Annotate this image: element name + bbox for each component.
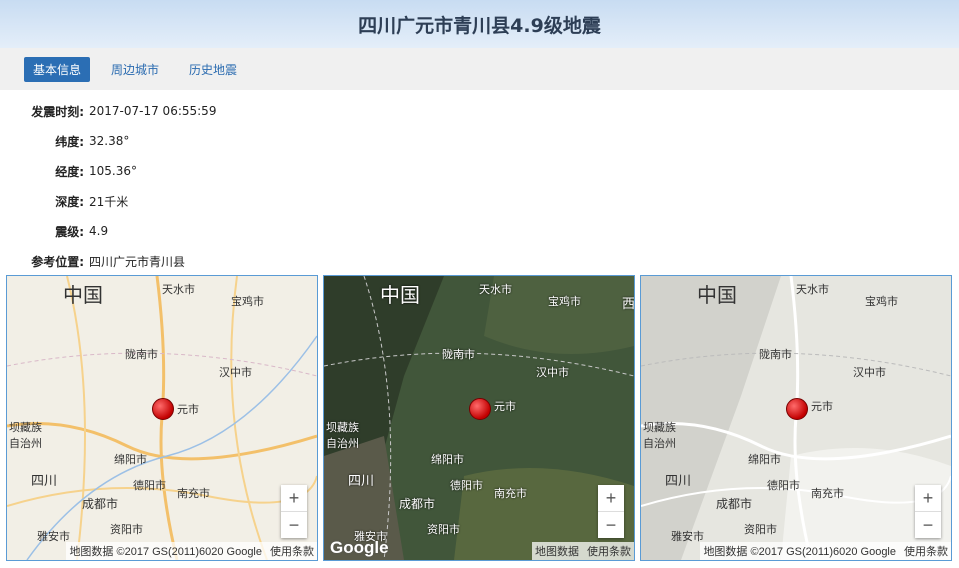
info-row-latitude: 纬度: 32.38° xyxy=(0,126,400,156)
epicenter-marker[interactable] xyxy=(469,398,491,420)
city-label-nanchong: 南充市 xyxy=(494,487,527,500)
info-label: 震级: xyxy=(55,224,84,239)
info-value: 105.36° xyxy=(89,164,137,178)
info-value: 2017-07-17 06:55:59 xyxy=(89,104,217,118)
info-row-depth: 深度: 21千米 xyxy=(0,186,400,216)
tab-basic-info[interactable]: 基本信息 xyxy=(24,56,91,82)
satellite-map[interactable]: 中国 天水市 宝鸡市 西 陇南市 汉中市 元市 坝藏族 自治州 绵阳市 德阳市 … xyxy=(323,275,635,561)
city-label-ziyang: 资阳市 xyxy=(427,523,460,536)
info-label: 发震时刻: xyxy=(31,104,84,119)
road-map[interactable]: 中国 天水市 宝鸡市 陇南市 汉中市 元市 坝藏族 自治州 绵阳市 德阳市 四川… xyxy=(6,275,318,561)
zoom-out-button[interactable]: − xyxy=(281,512,307,538)
city-label-chengdu: 成都市 xyxy=(82,497,119,511)
info-label: 深度: xyxy=(55,194,84,209)
info-row-magnitude: 震级: 4.9 xyxy=(0,216,400,246)
city-label-mianyang: 绵阳市 xyxy=(748,453,781,466)
city-label-mianyang: 绵阳市 xyxy=(114,453,147,466)
city-label-ziyang: 资阳市 xyxy=(744,523,777,536)
city-label-nanchong: 南充市 xyxy=(811,487,844,500)
info-value: 4.9 xyxy=(89,224,109,238)
country-label: 中国 xyxy=(63,283,103,307)
region-label-aba: 坝藏族 自治州 xyxy=(9,421,42,450)
city-label-tianshui: 天水市 xyxy=(479,283,512,296)
terms-link[interactable]: 使用条款 xyxy=(587,546,631,558)
city-label-yaan: 雅安市 xyxy=(37,530,70,543)
city-label-chengdu: 成都市 xyxy=(716,497,753,511)
zoom-control: + − xyxy=(915,485,941,538)
province-label-sichuan: 四川 xyxy=(665,474,692,489)
terms-link[interactable]: 使用条款 xyxy=(270,546,314,558)
zoom-in-button[interactable]: + xyxy=(281,485,307,512)
city-label-longnan: 陇南市 xyxy=(442,348,475,361)
page-title: 四川广元市青川县4.9级地震 xyxy=(358,14,601,37)
country-label: 中国 xyxy=(697,283,737,307)
zoom-out-button[interactable]: − xyxy=(598,512,624,538)
city-label-mianyang: 绵阳市 xyxy=(431,453,464,466)
city-label-hanzhong: 汉中市 xyxy=(853,366,886,379)
attribution-text: 地图数据 ©2017 GS(2011)6020 Google xyxy=(69,546,262,558)
zoom-out-button[interactable]: − xyxy=(915,512,941,538)
terrain-map[interactable]: 中国 天水市 宝鸡市 陇南市 汉中市 元市 坝藏族 自治州 绵阳市 德阳市 四川… xyxy=(640,275,952,561)
city-label-baoji: 宝鸡市 xyxy=(231,295,264,308)
map-attribution: 地图数据 ©2017 GS(2011)6020 Google 使用条款 xyxy=(700,542,951,560)
info-label: 经度: xyxy=(55,164,84,179)
epicenter-marker[interactable] xyxy=(152,398,174,420)
epicenter-marker[interactable] xyxy=(786,398,808,420)
region-label-aba: 坝藏族 自治州 xyxy=(643,421,676,450)
info-value: 四川广元市青川县 xyxy=(89,254,186,269)
attribution-text: 地图数据 ©2017 GS(2011)6020 Google xyxy=(703,546,896,558)
city-label-guangyuan: 元市 xyxy=(811,400,833,413)
city-label-deyang: 德阳市 xyxy=(133,479,166,492)
terms-link[interactable]: 使用条款 xyxy=(904,546,948,558)
info-panel: 发震时刻: 2017-07-17 06:55:59 纬度: 32.38° 经度: 10… xyxy=(0,96,400,276)
map-attribution: 地图数据 ©2017 GS(2011)6020 Google 使用条款 xyxy=(66,542,317,560)
city-label-tianshui: 天水市 xyxy=(162,283,195,296)
city-label-tianshui: 天水市 xyxy=(796,283,829,296)
page-header: 四川广元市青川县4.9级地震 xyxy=(0,0,959,48)
city-label-longnan: 陇南市 xyxy=(125,348,158,361)
edge-label-xi: 西 xyxy=(622,297,635,312)
map-strip: 中国 天水市 宝鸡市 陇南市 汉中市 元市 坝藏族 自治州 绵阳市 德阳市 四川… xyxy=(6,275,957,561)
zoom-control: + − xyxy=(598,485,624,538)
info-value: 21千米 xyxy=(89,194,129,209)
city-label-nanchong: 南充市 xyxy=(177,487,210,500)
info-label: 纬度: xyxy=(55,134,84,149)
province-label-sichuan: 四川 xyxy=(348,474,375,489)
country-label: 中国 xyxy=(380,283,420,307)
city-label-longnan: 陇南市 xyxy=(759,348,792,361)
city-label-hanzhong: 汉中市 xyxy=(536,366,569,379)
info-row-time: 发震时刻: 2017-07-17 06:55:59 xyxy=(0,96,400,126)
info-row-longitude: 经度: 105.36° xyxy=(0,156,400,186)
city-label-hanzhong: 汉中市 xyxy=(219,366,252,379)
tab-nearby-cities[interactable]: 周边城市 xyxy=(102,57,168,82)
map-attribution: 地图数据 使用条款 xyxy=(532,542,634,560)
info-label: 参考位置: xyxy=(31,254,84,269)
google-logo: Google xyxy=(330,538,389,557)
province-label-sichuan: 四川 xyxy=(31,474,58,489)
tab-bar: 基本信息 周边城市 历史地震 xyxy=(0,48,959,90)
zoom-in-button[interactable]: + xyxy=(915,485,941,512)
attribution-text: 地图数据 xyxy=(535,546,579,558)
tab-history[interactable]: 历史地震 xyxy=(180,57,246,82)
info-row-location: 参考位置: 四川广元市青川县 xyxy=(0,246,400,276)
city-label-baoji: 宝鸡市 xyxy=(865,295,898,308)
city-label-guangyuan: 元市 xyxy=(177,403,199,416)
info-value: 32.38° xyxy=(89,134,130,148)
region-label-aba: 坝藏族 自治州 xyxy=(326,421,359,450)
city-label-guangyuan: 元市 xyxy=(494,400,516,413)
city-label-baoji: 宝鸡市 xyxy=(548,295,581,308)
city-label-deyang: 德阳市 xyxy=(767,479,800,492)
city-label-deyang: 德阳市 xyxy=(450,479,483,492)
zoom-control: + − xyxy=(281,485,307,538)
city-label-chengdu: 成都市 xyxy=(399,497,436,511)
city-label-ziyang: 资阳市 xyxy=(110,523,143,536)
zoom-in-button[interactable]: + xyxy=(598,485,624,512)
city-label-yaan: 雅安市 xyxy=(671,530,704,543)
